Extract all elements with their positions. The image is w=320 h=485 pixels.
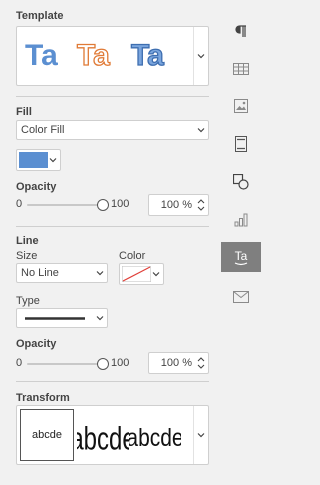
template-section-title: Template: [16, 10, 64, 22]
chevron-down-icon: [49, 158, 57, 163]
line-opacity-slider-thumb[interactable]: [97, 358, 109, 370]
line-type-select[interactable]: [16, 308, 108, 328]
textart-settings-button[interactable]: Ta: [221, 242, 261, 272]
transform-sample-stretch[interactable]: abcde: [77, 409, 129, 461]
transform-gallery[interactable]: abcde abcde abcde: [16, 405, 209, 465]
no-color-swatch-icon: [122, 266, 151, 282]
svg-text:Ta: Ta: [235, 249, 248, 263]
line-section-title: Line: [16, 235, 39, 247]
chevron-down-icon: [197, 54, 205, 59]
spinner-arrows-icon[interactable]: [196, 355, 206, 371]
template-gallery-expand-button[interactable]: [193, 27, 208, 85]
fill-section-title: Fill: [16, 106, 32, 118]
paragraph-icon: [235, 25, 246, 37]
spinner-arrows-icon[interactable]: [196, 197, 206, 213]
chevron-down-icon: [152, 272, 160, 277]
shape-icon: [233, 174, 249, 190]
svg-text:abcde: abcde: [77, 421, 129, 457]
fill-opacity-max: 100: [111, 198, 130, 210]
transform-gallery-expand-button[interactable]: [193, 406, 208, 464]
chevron-down-icon: [96, 271, 104, 276]
header-footer-settings-button[interactable]: [221, 129, 261, 159]
fill-type-value: Color Fill: [21, 124, 65, 136]
template-sample-orange-outline[interactable]: Ta: [76, 38, 110, 72]
fill-color-swatch: [19, 152, 48, 168]
line-opacity-spinner[interactable]: 100 %: [148, 352, 209, 374]
line-opacity-min: 0: [16, 357, 23, 369]
paragraph-settings-button[interactable]: [221, 16, 261, 46]
transform-sample-plain[interactable]: abcde: [20, 409, 74, 461]
separator: [16, 226, 209, 227]
header-footer-icon: [235, 136, 247, 152]
fill-opacity-slider-thumb[interactable]: [97, 199, 109, 211]
template-sample-blue-outline[interactable]: Ta: [130, 38, 164, 72]
fill-opacity-value: 100 %: [160, 199, 192, 211]
line-color-picker[interactable]: [119, 263, 164, 285]
mail-merge-settings-button[interactable]: [221, 282, 261, 312]
chart-icon: [234, 213, 248, 227]
chart-settings-button[interactable]: [221, 205, 261, 235]
separator: [16, 381, 209, 382]
line-size-label: Size: [16, 250, 38, 262]
template-sample-blue[interactable]: Ta: [25, 39, 58, 72]
line-size-value: No Line: [21, 267, 59, 279]
line-color-label: Color: [119, 250, 146, 262]
table-icon: [233, 63, 249, 75]
line-opacity-value: 100 %: [160, 357, 192, 369]
chevron-down-icon: [197, 128, 205, 133]
template-gallery[interactable]: Ta Ta Ta: [16, 26, 209, 86]
fill-type-select[interactable]: Color Fill: [16, 120, 209, 140]
line-opacity-max: 100: [111, 357, 130, 369]
transform-sample-wave[interactable]: abcde: [129, 409, 181, 461]
mail-merge-icon: [233, 291, 249, 303]
image-settings-button[interactable]: [221, 91, 261, 121]
chevron-down-icon: [197, 433, 205, 438]
textart-icon: Ta: [235, 249, 248, 266]
right-toolbar: Ta: [221, 0, 261, 485]
fill-color-picker[interactable]: [16, 149, 61, 171]
svg-text:abcde: abcde: [129, 423, 181, 451]
transform-section-title: Transform: [16, 392, 70, 404]
line-size-select[interactable]: No Line: [16, 263, 108, 283]
fill-opacity-min: 0: [16, 198, 23, 210]
fill-opacity-label: Opacity: [16, 181, 57, 193]
line-type-label: Type: [16, 295, 40, 307]
settings-panel: Template Ta Ta Ta Fill Color Fill Opacit…: [0, 0, 220, 485]
solid-line-sample-icon: [25, 317, 85, 320]
chevron-down-icon: [96, 316, 104, 321]
fill-opacity-slider-track[interactable]: [27, 204, 104, 206]
shape-settings-button[interactable]: [221, 167, 261, 197]
fill-opacity-spinner[interactable]: 100 %: [148, 194, 209, 216]
line-opacity-slider-track[interactable]: [27, 363, 104, 365]
template-samples: Ta Ta Ta: [25, 38, 165, 72]
separator: [16, 96, 209, 97]
line-opacity-label: Opacity: [16, 338, 57, 350]
table-settings-button[interactable]: [221, 54, 261, 84]
image-icon: [234, 99, 248, 113]
